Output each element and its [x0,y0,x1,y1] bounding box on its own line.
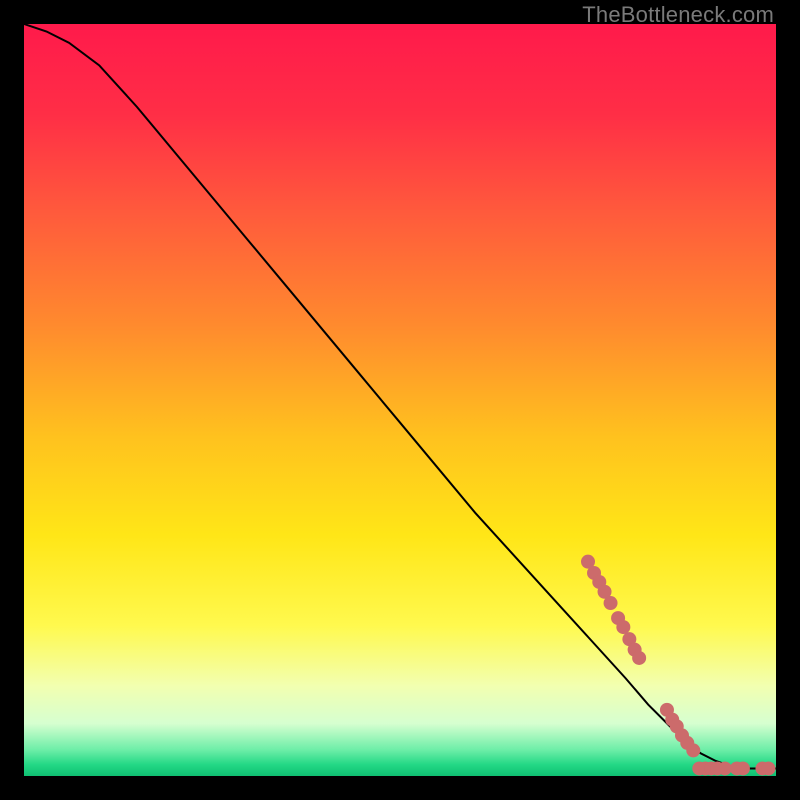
data-point [686,743,700,757]
data-point [632,651,646,665]
chart-svg [24,24,776,776]
data-point [616,620,630,634]
data-point [604,596,618,610]
chart-background [24,24,776,776]
data-point [718,761,732,775]
data-point [736,761,750,775]
chart-frame [24,24,776,776]
data-point [761,761,775,775]
watermark-text: TheBottleneck.com [582,2,774,28]
